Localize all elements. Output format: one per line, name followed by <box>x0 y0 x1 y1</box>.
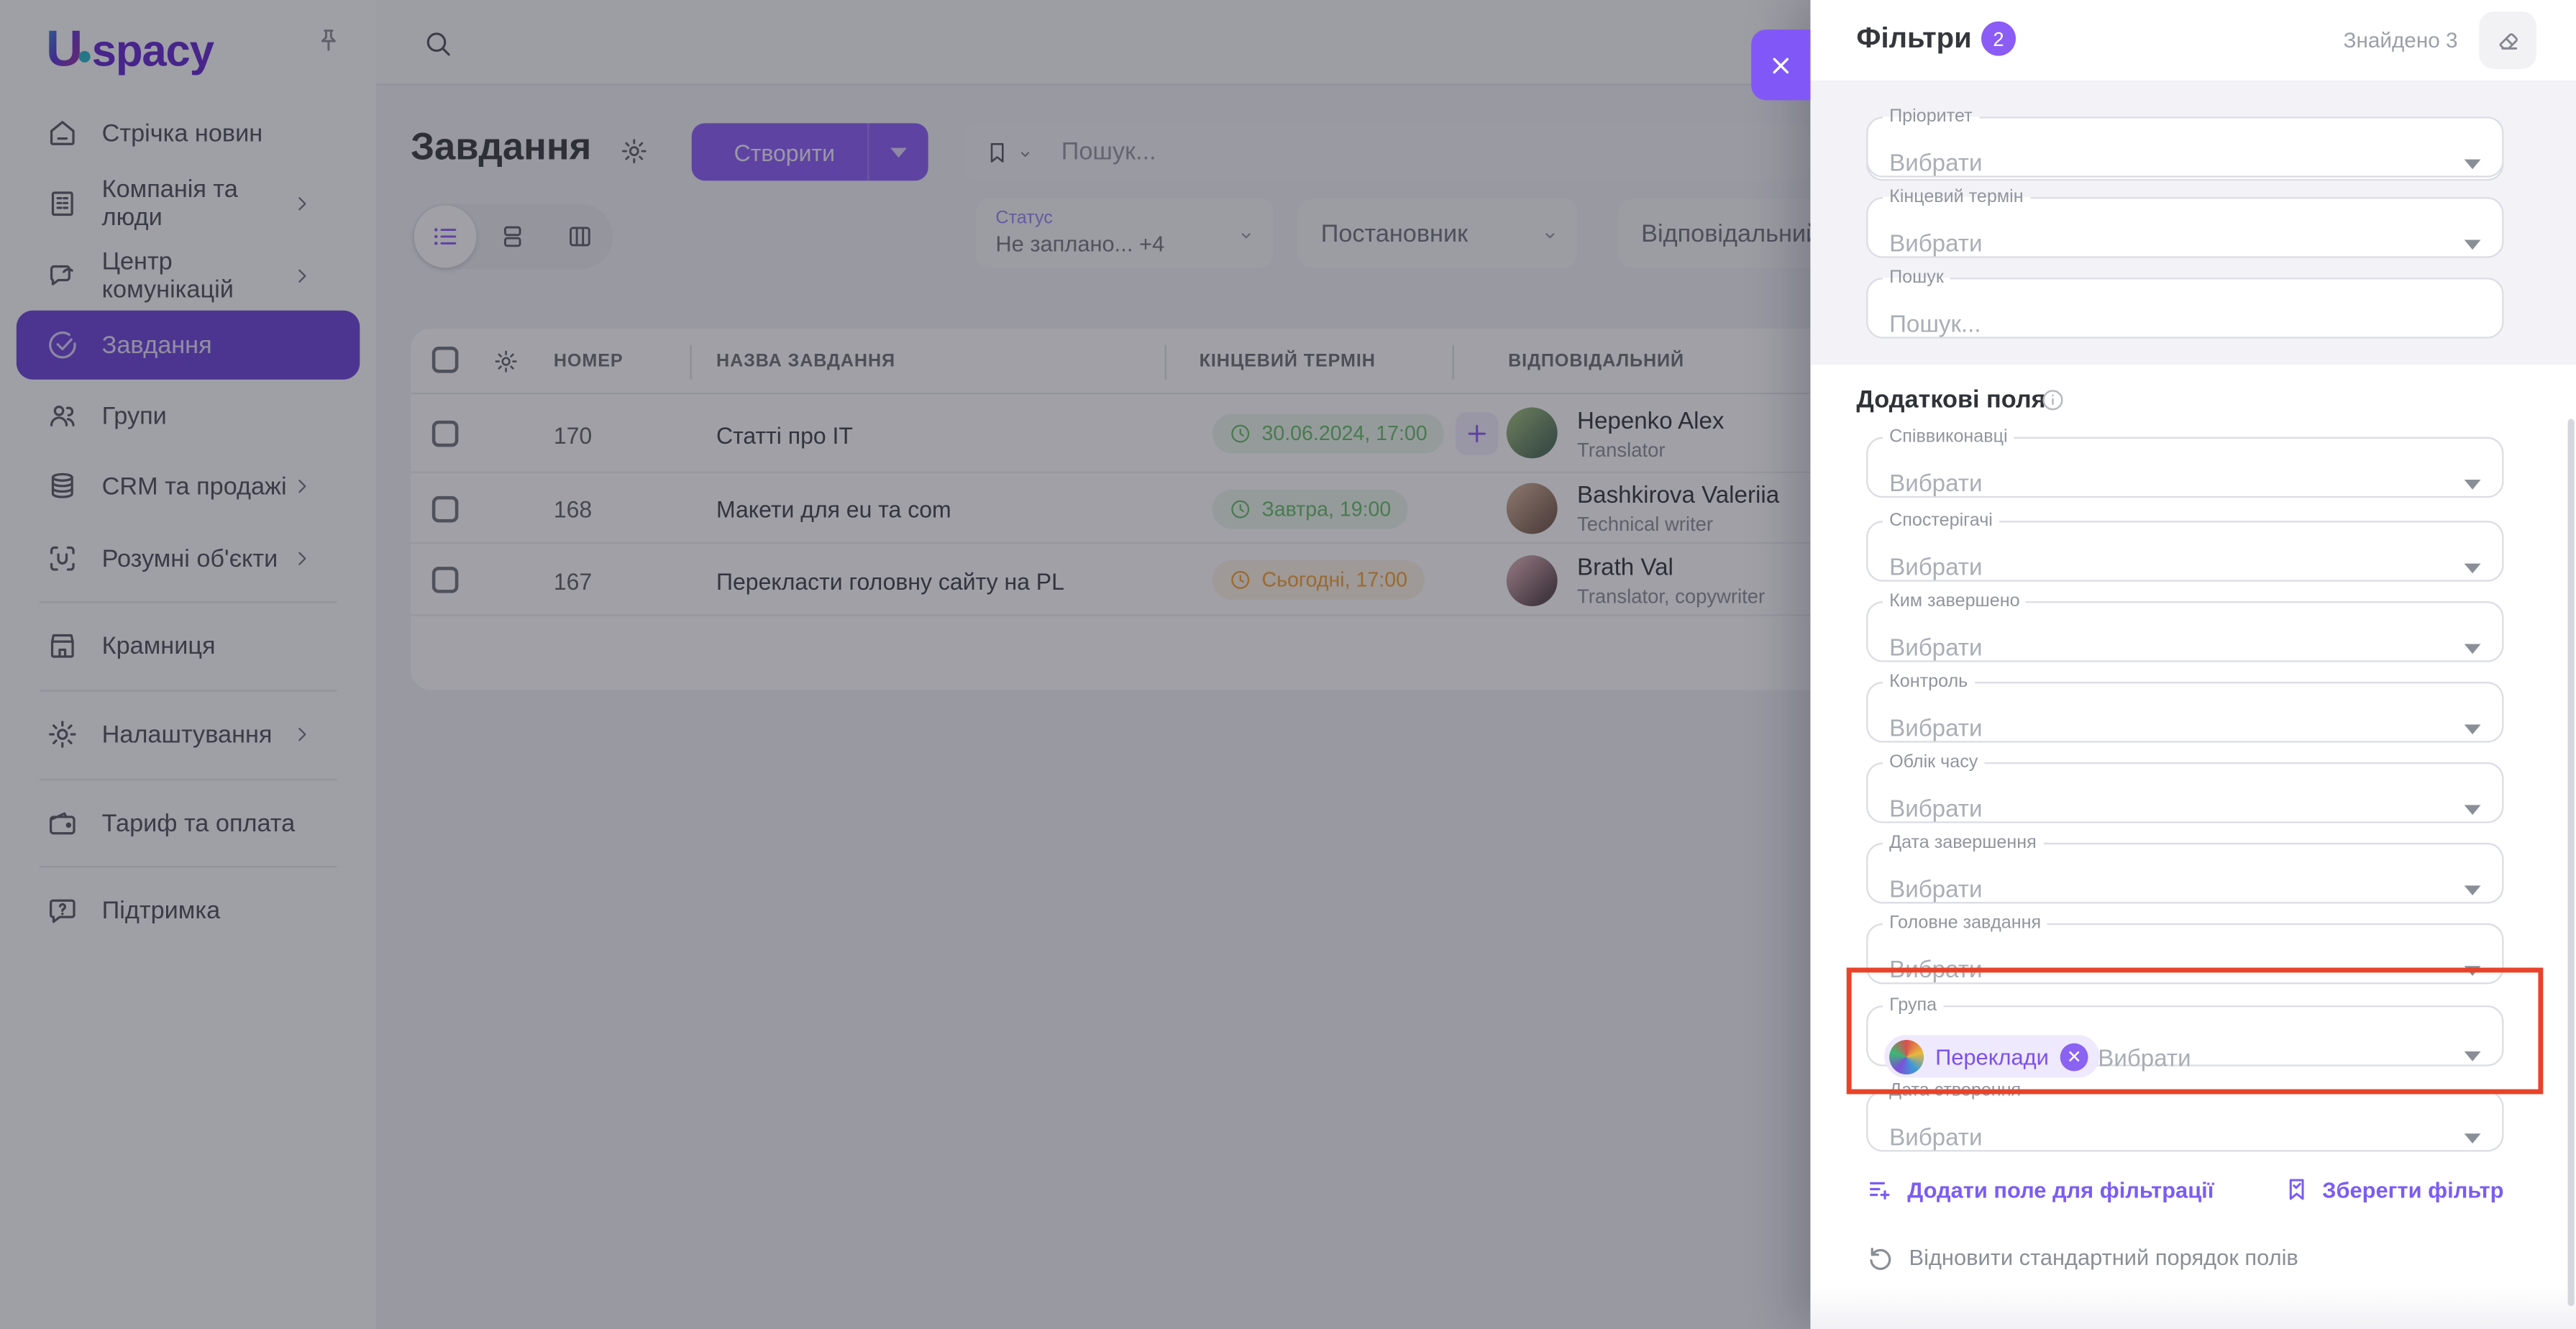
add-filter-field-button[interactable]: Додати поле для фільтрації <box>1866 1177 2214 1205</box>
field-label: Пріоритет <box>1883 109 1979 127</box>
panel-scrollbar[interactable] <box>2568 419 2575 1307</box>
select-placeholder: Вибрати <box>1889 958 1982 985</box>
select-placeholder: Вибрати <box>1889 877 1982 904</box>
field-label: Кінцевий термін <box>1883 189 2030 207</box>
filter-field-creation-date[interactable]: Дата створення Вибрати <box>1866 1082 2503 1151</box>
dropdown-arrow-icon[interactable] <box>2465 724 2481 734</box>
reset-icon <box>1866 1243 1894 1271</box>
bookmark-check-icon <box>2283 1177 2309 1203</box>
filter-add-icon <box>1866 1177 1894 1205</box>
dropdown-arrow-icon[interactable] <box>2465 644 2481 654</box>
field-label: Спостерігачі <box>1883 513 1999 531</box>
field-label: Облік часу <box>1883 754 1985 772</box>
clear-filters-button[interactable] <box>2479 12 2536 69</box>
reset-field-order-button[interactable]: Відновити стандартний порядок полів <box>1866 1243 2298 1271</box>
panel-bottom-fade <box>1810 1287 2576 1329</box>
filter-field-parent-task[interactable]: Головне завдання Вибрати <box>1866 915 2503 984</box>
field-label: Контроль <box>1883 674 1974 692</box>
select-placeholder: Вибрати <box>1889 636 1982 662</box>
active-filters-badge: 2 <box>1981 22 2016 56</box>
found-count: Знайдено 3 <box>2344 28 2458 52</box>
save-filter-button[interactable]: Зберегти фільтр <box>2283 1177 2503 1203</box>
select-placeholder: Вибрати <box>1889 797 1982 823</box>
dropdown-arrow-icon[interactable] <box>2465 885 2481 895</box>
dropdown-arrow-icon[interactable] <box>2465 1133 2481 1143</box>
remove-chip-icon[interactable]: ✕ <box>2060 1042 2088 1070</box>
dropdown-arrow-icon[interactable] <box>2465 240 2481 250</box>
field-label: Дата завершення <box>1883 834 2043 852</box>
dropdown-arrow-icon[interactable] <box>2465 1051 2481 1061</box>
filter-field-coexecutors[interactable]: Співвиконавці Вибрати <box>1866 429 2503 498</box>
dropdown-arrow-icon[interactable] <box>2465 160 2481 170</box>
reset-field-order-label: Відновити стандартний порядок полів <box>1909 1246 2298 1270</box>
dropdown-arrow-icon[interactable] <box>2465 805 2481 815</box>
dropdown-arrow-icon[interactable] <box>2465 480 2481 490</box>
field-label: Пошук <box>1883 270 1950 288</box>
modal-dim-overlay[interactable] <box>0 0 1810 1329</box>
eraser-icon <box>2493 25 2523 55</box>
select-placeholder: Вибрати <box>1889 232 1982 258</box>
save-filter-label: Зберегти фільтр <box>2322 1177 2503 1202</box>
select-placeholder: Вибрати <box>1889 472 1982 498</box>
filter-field-priority[interactable]: Пріоритет Вибрати <box>1866 109 2503 178</box>
filters-panel-title: Фільтри <box>1856 22 1971 56</box>
dropdown-arrow-icon[interactable] <box>2465 564 2481 574</box>
filters-panel: Фільтри 2 Знайдено 3 Пріоритет Вибрати К… <box>1810 0 2576 1329</box>
field-label: Ким завершено <box>1883 593 2027 611</box>
filter-field-observers[interactable]: Спостерігачі Вибрати <box>1866 513 2503 582</box>
group-chip[interactable]: Переклади ✕ <box>1884 1035 2099 1077</box>
select-placeholder: Вибрати <box>1889 716 1982 743</box>
group-chip-label: Переклади <box>1935 1044 2049 1069</box>
select-placeholder: Вибрати <box>2098 1046 2191 1073</box>
field-label: Співвиконавці <box>1883 429 2014 447</box>
additional-fields-title: Додаткові поля <box>1856 386 2045 414</box>
filter-field-control[interactable]: Контроль Вибрати <box>1866 674 2503 743</box>
filter-field-group[interactable]: Група Переклади ✕ Вибрати <box>1866 997 2503 1067</box>
add-filter-field-label: Додати поле для фільтрації <box>1907 1178 2214 1202</box>
dropdown-arrow-icon[interactable] <box>2465 966 2481 976</box>
info-icon[interactable] <box>2040 388 2065 412</box>
select-placeholder: Вибрати <box>1889 151 1982 178</box>
filter-field-time-tracking[interactable]: Облік часу Вибрати <box>1866 754 2503 823</box>
close-icon <box>1768 52 1794 78</box>
app-window: Uspacy Стрічка новин Компанія та люди Це… <box>0 0 2576 1329</box>
field-label: Група <box>1883 997 1943 1015</box>
filter-field-completion-date[interactable]: Дата завершення Вибрати <box>1866 834 2503 903</box>
search-placeholder: Пошук... <box>1889 312 1981 339</box>
filter-field-search[interactable]: Пошук Пошук... <box>1866 270 2503 339</box>
group-avatar <box>1889 1039 1924 1074</box>
field-label: Головне завдання <box>1883 915 2047 933</box>
select-placeholder: Вибрати <box>1889 555 1982 582</box>
field-label: Дата створення <box>1883 1082 2027 1100</box>
filter-field-completed-by[interactable]: Ким завершено Вибрати <box>1866 593 2503 662</box>
close-filters-button[interactable] <box>1751 29 1810 100</box>
select-placeholder: Вибрати <box>1889 1125 1982 1152</box>
filter-field-deadline[interactable]: Кінцевий термін Вибрати <box>1866 189 2503 258</box>
